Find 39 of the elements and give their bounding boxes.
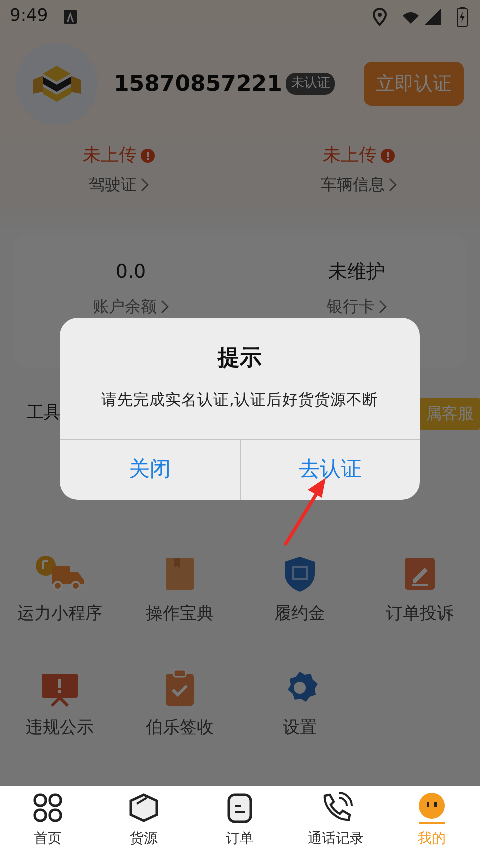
account-value: 0.0: [116, 260, 146, 285]
tool-label[interactable]: 履约金: [274, 602, 326, 628]
tool-label[interactable]: 违规公示: [26, 716, 94, 741]
verify-button[interactable]: 立即认证: [364, 62, 464, 106]
tab[interactable]: 我的: [384, 786, 480, 854]
tool-label[interactable]: 运力小程序: [18, 602, 102, 628]
section-title: 工具: [27, 402, 61, 426]
verification-status: 未认证: [286, 73, 336, 95]
account-link[interactable]: 账户余额: [93, 294, 157, 318]
notification-icon: [64, 10, 78, 24]
location-icon: [373, 8, 387, 26]
tool-label[interactable]: 操作宝典: [146, 602, 214, 628]
dialog-message: 请先完成实名认证,认证后好货货源不断: [100, 390, 380, 411]
tool-label[interactable]: 订单投诉: [386, 602, 454, 628]
tool-label[interactable]: 伯乐签收: [146, 716, 214, 741]
upload-status: 未上传: [83, 144, 137, 168]
battery-icon: [457, 7, 468, 27]
account-link[interactable]: 银行卡: [327, 294, 375, 318]
signal-icon: [403, 8, 441, 26]
grid-icon: [31, 792, 65, 825]
close-button[interactable]: 关闭: [60, 440, 240, 500]
logo-icon: [33, 64, 81, 104]
tab[interactable]: 首页: [0, 786, 96, 854]
box-icon: [127, 792, 161, 825]
status-time: 9:49: [10, 5, 48, 28]
account-value: 未维护: [328, 260, 386, 285]
tab[interactable]: 通话记录: [288, 786, 384, 854]
upload-status: 未上传: [323, 144, 377, 168]
tool-label[interactable]: 设置: [283, 716, 317, 741]
tab[interactable]: 订单: [192, 786, 288, 854]
tab[interactable]: 货源: [96, 786, 192, 854]
phone-number: 15870857221: [114, 70, 282, 98]
chevron-icon: [379, 300, 387, 314]
dialog-title: 提示: [216, 345, 263, 373]
chevron-icon: [141, 178, 149, 192]
chevron-icon: [161, 300, 169, 314]
chevron-icon: [389, 178, 397, 192]
document-link[interactable]: 车辆信息: [321, 173, 385, 197]
document-link[interactable]: 驾驶证: [89, 173, 137, 197]
